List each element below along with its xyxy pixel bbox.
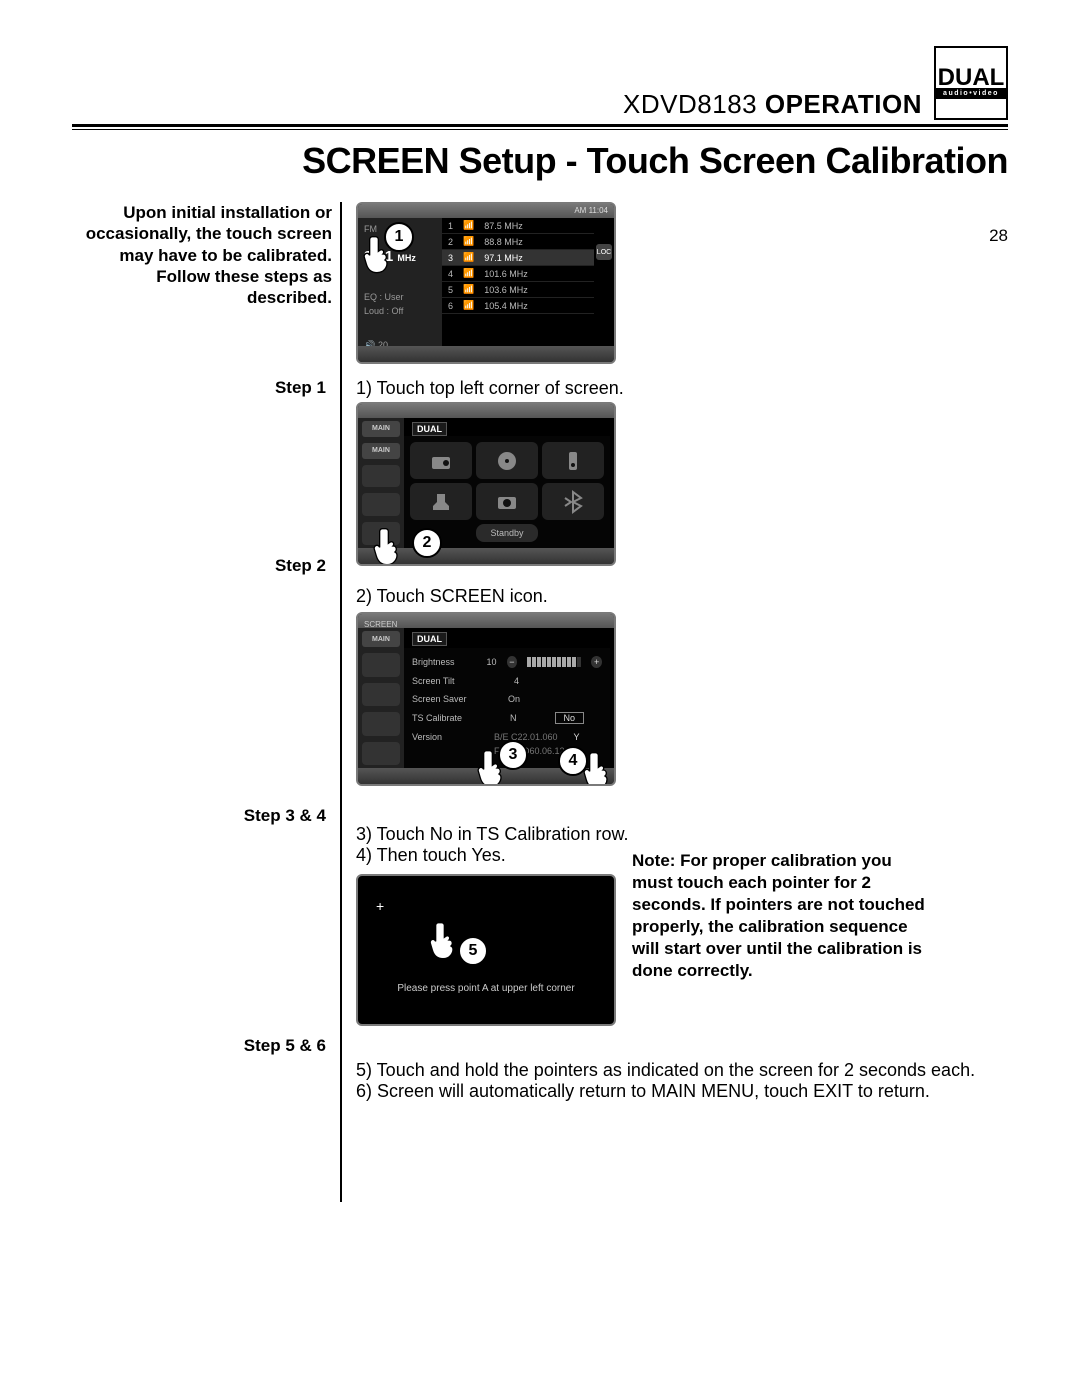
logo-wordmark: DUAL (938, 67, 1005, 89)
main-button: MAIN (362, 443, 400, 459)
divider-thick (72, 124, 1008, 127)
step-6-text: 6) Screen will automatically return to M… (356, 1081, 1008, 1102)
main-button: MAIN (362, 631, 400, 647)
step-3-4-label: Step 3 & 4 (72, 806, 332, 826)
sidebar-icon (362, 653, 400, 676)
pointing-hand-icon (428, 920, 458, 960)
sidebar-icon (362, 712, 400, 735)
logo-small: DUAL (412, 632, 447, 646)
brand-logo: DUAL audio•video (934, 46, 1008, 120)
band-label: FM (364, 224, 377, 234)
preset-row-selected: 3📶97.1 MHz (442, 250, 594, 266)
sidebar-icon (362, 493, 400, 516)
crosshair-icon: + (376, 898, 384, 914)
radio-icon (410, 442, 472, 479)
step-5-text: 5) Touch and hold the pointers as indica… (356, 1060, 1008, 1081)
callout-5: 5 (458, 936, 488, 966)
brightness-row: Brightness 10 − + (412, 652, 602, 672)
sidebar-icon (362, 742, 400, 765)
ts-no-option: No (555, 712, 585, 724)
ipod-icon (542, 442, 604, 479)
intro-text: Upon initial installation or occasionall… (72, 202, 332, 308)
plus-icon: + (591, 656, 602, 668)
screenshot-4-calibration: + Please press point A at upper left cor… (356, 874, 616, 1026)
page-title: SCREEN Setup - Touch Screen Calibration (72, 140, 1008, 182)
aux-icon (410, 483, 472, 520)
header-title: XDVD8183 OPERATION (623, 89, 922, 120)
pointing-hand-icon (372, 526, 402, 566)
clock-text: AM 11:04 (574, 206, 608, 215)
calibration-message: Please press point A at upper left corne… (358, 983, 614, 994)
minus-icon: − (507, 656, 518, 668)
loud-label: Loud : Off (364, 306, 403, 316)
screen-tilt-row: Screen Tilt4 (412, 672, 602, 690)
callout-1: 1 (384, 222, 414, 252)
step-2-text: 2) Touch SCREEN icon. (356, 586, 1008, 607)
step-2-label: Step 2 (72, 556, 332, 576)
screenshot-2-main-menu: MAIN MAIN DUAL Standby (356, 402, 616, 566)
preset-row: 6📶105.4 MHz (442, 298, 594, 314)
sidebar-icon (362, 465, 400, 488)
sidebar-icon (362, 683, 400, 706)
step-1-label: Step 1 (72, 378, 332, 398)
divider-thin (72, 129, 1008, 130)
screen-saver-row: Screen SaverOn (412, 690, 602, 708)
step-3-text: 3) Touch No in TS Calibration row. (356, 824, 1008, 845)
standby-button: Standby (476, 524, 538, 542)
bluetooth-icon (542, 483, 604, 520)
loc-button: LOC (596, 244, 612, 260)
ts-calibrate-row: TS Calibrate N No (412, 708, 602, 728)
model-text: XDVD8183 (623, 89, 757, 119)
callout-3: 3 (498, 740, 528, 770)
page-number: 28 (989, 226, 1008, 246)
step-5-6-label: Step 5 & 6 (72, 1036, 332, 1056)
logo-small: DUAL (412, 422, 447, 436)
callout-2: 2 (412, 528, 442, 558)
eq-label: EQ : User (364, 292, 404, 302)
preset-row: 5📶103.6 MHz (442, 282, 594, 298)
screenshot-1-tuner: AM 11:04 FM 97.1 MHz EQ : User Loud : Of… (356, 202, 616, 364)
main-button: MAIN (362, 421, 400, 437)
step-1-text: 1) Touch top left corner of screen. (356, 378, 1008, 399)
logo-subtitle: audio•video (936, 88, 1006, 99)
preset-row: 4📶101.6 MHz (442, 266, 594, 282)
section-text: OPERATION (765, 89, 922, 119)
screenshot-3-screen-settings: SCREEN MAIN DUAL Brightness 10 − + (356, 612, 616, 786)
preset-row: 1📶87.5 MHz (442, 218, 594, 234)
column-divider (340, 202, 342, 1202)
callout-4: 4 (558, 746, 588, 776)
disc-icon (476, 442, 538, 479)
camera-icon (476, 483, 538, 520)
preset-row: 2📶88.8 MHz (442, 234, 594, 250)
